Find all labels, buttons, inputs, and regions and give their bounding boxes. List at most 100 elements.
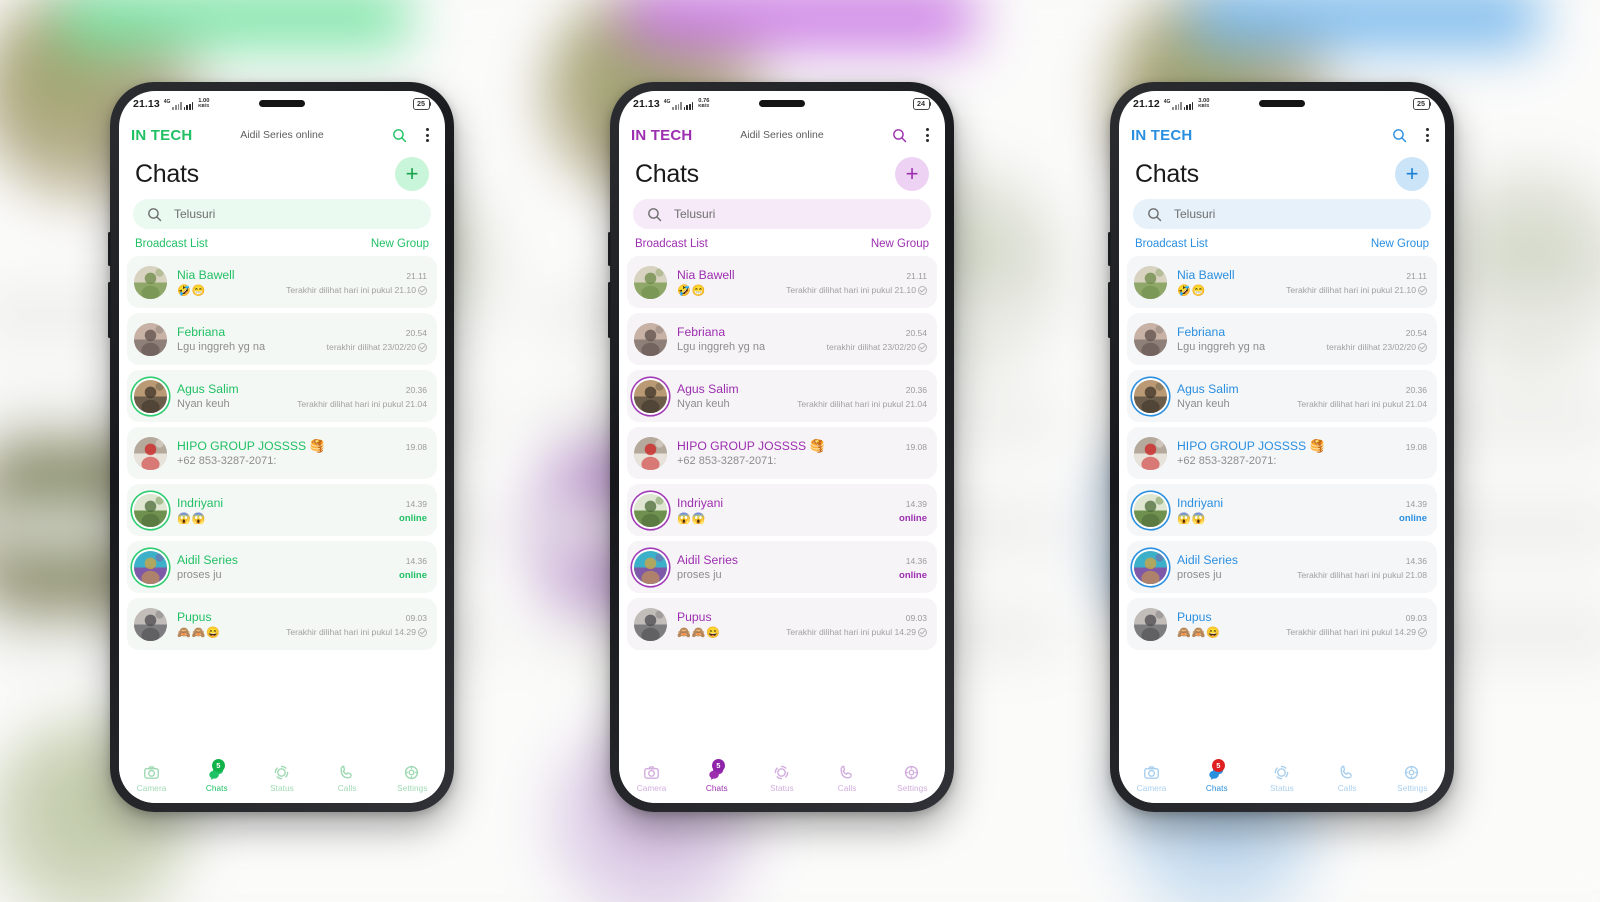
avatar[interactable]	[134, 379, 167, 413]
search-icon[interactable]	[391, 127, 408, 144]
read-receipt-icon	[418, 627, 427, 637]
chat-list-item[interactable]: Aidil Series 14.36 proses ju Terakhir di…	[1127, 541, 1437, 593]
nav-item-chats[interactable]: 5 Chats	[690, 758, 744, 793]
chat-last-message: 🤣😁	[1177, 284, 1207, 297]
chat-status-text: Terakhir dilihat hari ini pukul 14.29	[286, 627, 416, 637]
avatar[interactable]	[134, 265, 167, 299]
avatar[interactable]	[1134, 550, 1167, 584]
search-input-placeholder[interactable]: Telusuri	[174, 207, 215, 221]
phone-side-button-volume[interactable]	[608, 232, 611, 266]
chat-list-item[interactable]: Nia Bawell 21.11 🤣😁 Terakhir dilihat har…	[1127, 256, 1437, 308]
chat-timestamp: 21.11	[406, 270, 427, 281]
search-input-placeholder[interactable]: Telusuri	[674, 207, 715, 221]
avatar[interactable]	[134, 607, 167, 641]
nav-item-chats[interactable]: 5 Chats	[190, 758, 244, 793]
avatar[interactable]	[634, 322, 667, 356]
chat-list[interactable]: Nia Bawell 21.11 🤣😁 Terakhir dilihat har…	[1119, 256, 1445, 757]
nav-item-calls[interactable]: Calls	[320, 764, 374, 793]
new-group-link[interactable]: New Group	[371, 238, 429, 250]
avatar[interactable]	[134, 436, 167, 470]
chat-list-item[interactable]: Agus Salim 20.36 Nyan keuh Terakhir dili…	[127, 370, 437, 422]
avatar[interactable]	[634, 493, 667, 527]
phone-side-button-power[interactable]	[108, 282, 111, 338]
avatar[interactable]	[634, 550, 667, 584]
read-receipt-icon	[418, 285, 427, 295]
nav-item-camera[interactable]: Camera	[1125, 764, 1179, 793]
chat-list-item[interactable]: Aidil Series 14.36 proses ju online	[627, 541, 937, 593]
chat-list-item[interactable]: HIPO GROUP JOSSSS 🥞 19.08 +62 853-3287-2…	[127, 427, 437, 479]
signal-strength-icon-2	[683, 101, 694, 110]
chat-status-text: Terakhir dilihat hari ini pukul 21.10	[1286, 285, 1416, 295]
overflow-menu-icon[interactable]	[1422, 126, 1433, 144]
nav-item-calls[interactable]: Calls	[1320, 764, 1374, 793]
broadcast-list-link[interactable]: Broadcast List	[135, 238, 208, 250]
chat-list-item[interactable]: Indriyani 14.39 😱😱 online	[127, 484, 437, 536]
chat-list-item[interactable]: Pupus 09.03 🙈🙈😄 Terakhir dilihat hari in…	[127, 598, 437, 650]
new-group-link[interactable]: New Group	[871, 238, 929, 250]
avatar[interactable]	[1134, 607, 1167, 641]
chat-list-item[interactable]: HIPO GROUP JOSSSS 🥞 19.08 +62 853-3287-2…	[1127, 427, 1437, 479]
battery-tip	[429, 102, 431, 106]
phone-side-button-volume[interactable]	[108, 232, 111, 266]
chat-list-item[interactable]: Agus Salim 20.36 Nyan keuh Terakhir dili…	[627, 370, 937, 422]
nav-item-settings[interactable]: Settings	[1385, 764, 1439, 793]
new-group-link[interactable]: New Group	[1371, 238, 1429, 250]
nav-item-settings[interactable]: Settings	[885, 764, 939, 793]
search-bar[interactable]: Telusuri	[633, 199, 931, 229]
nav-item-settings[interactable]: Settings	[385, 764, 439, 793]
chat-item-preview: +62 853-3287-2071:	[677, 455, 927, 467]
nav-item-status[interactable]: Status	[755, 764, 809, 793]
avatar[interactable]	[1134, 322, 1167, 356]
avatar[interactable]	[134, 493, 167, 527]
chat-list-item[interactable]: Febriana 20.54 Lgu inggreh yg na terakhi…	[127, 313, 437, 365]
avatar[interactable]	[134, 550, 167, 584]
search-bar[interactable]: Telusuri	[1133, 199, 1431, 229]
avatar[interactable]	[634, 379, 667, 413]
chat-list-item[interactable]: Nia Bawell 21.11 🤣😁 Terakhir dilihat har…	[127, 256, 437, 308]
chat-list-item[interactable]: Pupus 09.03 🙈🙈😄 Terakhir dilihat hari in…	[627, 598, 937, 650]
chat-list-item[interactable]: Nia Bawell 21.11 🤣😁 Terakhir dilihat har…	[627, 256, 937, 308]
phone-side-button-volume[interactable]	[1108, 232, 1111, 266]
search-icon[interactable]	[1391, 127, 1408, 144]
chat-list-item[interactable]: Indriyani 14.39 😱😱 online	[627, 484, 937, 536]
nav-item-chats[interactable]: 5 Chats	[1190, 758, 1244, 793]
avatar[interactable]	[134, 322, 167, 356]
chat-last-message: 🙈🙈😄	[1177, 626, 1222, 639]
phone-side-button-power[interactable]	[608, 282, 611, 338]
new-chat-fab[interactable]: +	[395, 157, 429, 191]
nav-item-status[interactable]: Status	[1255, 764, 1309, 793]
nav-item-label: Settings	[397, 783, 428, 793]
chat-list-item[interactable]: Pupus 09.03 🙈🙈😄 Terakhir dilihat hari in…	[1127, 598, 1437, 650]
avatar[interactable]	[1134, 265, 1167, 299]
phone-side-button-power[interactable]	[1108, 282, 1111, 338]
overflow-menu-icon[interactable]	[422, 126, 433, 144]
chat-list-item[interactable]: HIPO GROUP JOSSSS 🥞 19.08 +62 853-3287-2…	[627, 427, 937, 479]
overflow-menu-icon[interactable]	[922, 126, 933, 144]
avatar[interactable]	[634, 436, 667, 470]
avatar[interactable]	[634, 607, 667, 641]
chat-status-text: Terakhir dilihat hari ini pukul 21.04	[297, 399, 427, 409]
chat-list-item[interactable]: Indriyani 14.39 😱😱 online	[1127, 484, 1437, 536]
nav-item-camera[interactable]: Camera	[625, 764, 679, 793]
avatar[interactable]	[1134, 379, 1167, 413]
new-chat-fab[interactable]: +	[895, 157, 929, 191]
nav-item-camera[interactable]: Camera	[125, 764, 179, 793]
nav-item-status[interactable]: Status	[255, 764, 309, 793]
new-chat-fab[interactable]: +	[1395, 157, 1429, 191]
search-icon[interactable]	[891, 127, 908, 144]
broadcast-list-link[interactable]: Broadcast List	[635, 238, 708, 250]
chat-list-item[interactable]: Agus Salim 20.36 Nyan keuh Terakhir dili…	[1127, 370, 1437, 422]
chat-list-item[interactable]: Aidil Series 14.36 proses ju online	[127, 541, 437, 593]
chat-list-item[interactable]: Febriana 20.54 Lgu inggreh yg na terakhi…	[1127, 313, 1437, 365]
avatar[interactable]	[1134, 493, 1167, 527]
chat-item-preview: 🤣😁 Terakhir dilihat hari ini pukul 21.10	[677, 284, 927, 297]
search-input-placeholder[interactable]: Telusuri	[1174, 207, 1215, 221]
nav-item-calls[interactable]: Calls	[820, 764, 874, 793]
avatar[interactable]	[634, 265, 667, 299]
chat-list-item[interactable]: Febriana 20.54 Lgu inggreh yg na terakhi…	[627, 313, 937, 365]
avatar[interactable]	[1134, 436, 1167, 470]
search-bar[interactable]: Telusuri	[133, 199, 431, 229]
broadcast-list-link[interactable]: Broadcast List	[1135, 238, 1208, 250]
chat-list[interactable]: Nia Bawell 21.11 🤣😁 Terakhir dilihat har…	[619, 256, 945, 757]
chat-list[interactable]: Nia Bawell 21.11 🤣😁 Terakhir dilihat har…	[119, 256, 445, 757]
